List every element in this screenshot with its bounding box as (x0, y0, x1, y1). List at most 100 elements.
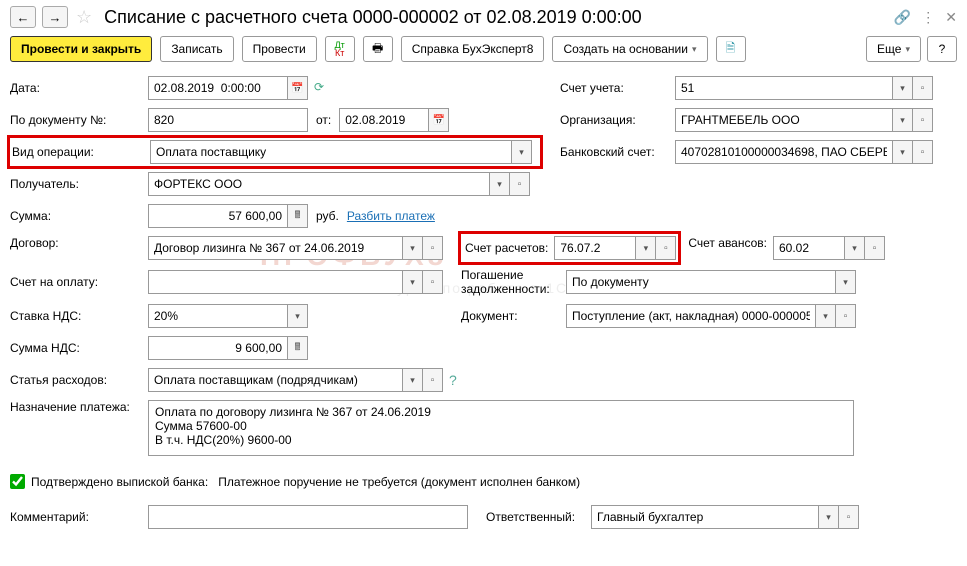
contract-dd[interactable] (403, 236, 423, 260)
post-close-button[interactable]: Провести и закрыть (10, 36, 152, 62)
date-label: Дата: (10, 81, 148, 95)
help-ref-label: Справка БухЭксперт8 (412, 42, 534, 56)
settle-acc-input[interactable] (554, 236, 636, 260)
more-label: Еще (877, 42, 901, 56)
docref-dd[interactable] (816, 304, 836, 328)
exp-item-input[interactable] (148, 368, 403, 392)
org-label: Организация: (560, 113, 675, 127)
responsible-dd[interactable] (819, 505, 839, 529)
invoice-input[interactable] (148, 270, 403, 294)
recipient-label: Получатель: (10, 177, 148, 191)
post-button[interactable]: Провести (242, 36, 317, 62)
docfrom-input[interactable] (339, 108, 429, 132)
split-payment-link[interactable]: Разбить платеж (347, 209, 435, 223)
advance-acc-label: Счет авансов: (688, 236, 767, 250)
settle-acc-dd[interactable] (636, 236, 656, 260)
vat-sum-label: Сумма НДС: (10, 341, 148, 355)
exp-item-dd[interactable] (403, 368, 423, 392)
vat-sum-calc[interactable]: 🖩 (288, 336, 308, 360)
recipient-open[interactable] (510, 172, 530, 196)
bank-acc-open[interactable] (913, 140, 933, 164)
settle-acc-label: Счет расчетов: (465, 241, 548, 255)
account-input[interactable] (675, 76, 893, 100)
debt-input[interactable] (566, 270, 836, 294)
report-button[interactable]: 🗎 (716, 36, 746, 62)
comment-label: Комментарий: (10, 510, 148, 524)
purpose-label: Назначение платежа: (10, 400, 148, 414)
bank-acc-label: Банковский счет: (560, 145, 675, 159)
docfrom-label: от: (316, 113, 331, 127)
sum-label: Сумма: (10, 209, 148, 223)
sum-input[interactable] (148, 204, 288, 228)
recipient-dd[interactable] (490, 172, 510, 196)
docnum-label: По документу №: (10, 113, 148, 127)
op-type-dd[interactable] (512, 140, 532, 164)
account-open[interactable] (913, 76, 933, 100)
rub-label: руб. (316, 209, 339, 223)
exp-item-open[interactable] (423, 368, 443, 392)
toolbar: Провести и закрыть Записать Провести ДтК… (10, 36, 957, 62)
advance-acc-dd[interactable] (845, 236, 865, 260)
exp-item-help-icon[interactable]: ? (449, 372, 457, 388)
close-icon[interactable]: ✕ (945, 9, 957, 26)
confirmed-text: Платежное поручение не требуется (докуме… (218, 475, 580, 489)
date-calendar-button[interactable] (288, 76, 308, 100)
form-body: Дата: ⟳ Счет учета: По доку (10, 76, 957, 529)
forward-button[interactable]: → (42, 6, 68, 28)
docref-open[interactable] (836, 304, 856, 328)
bank-acc-input[interactable] (675, 140, 893, 164)
page-title: Списание с расчетного счета 0000-000002 … (104, 7, 642, 28)
bank-acc-dd[interactable] (893, 140, 913, 164)
responsible-open[interactable] (839, 505, 859, 529)
favorite-icon[interactable]: ☆ (76, 7, 92, 28)
invoice-dd[interactable] (403, 270, 423, 294)
create-based-button[interactable]: Создать на основании▾ (552, 36, 707, 62)
op-type-input[interactable] (150, 140, 512, 164)
help-ref-button[interactable]: Справка БухЭксперт8 (401, 36, 545, 62)
print-button[interactable]: 🖶 (363, 36, 393, 62)
invoice-label: Счет на оплату: (10, 275, 148, 289)
account-dd[interactable] (893, 76, 913, 100)
account-label: Счет учета: (560, 81, 675, 95)
more-button[interactable]: Еще▾ (866, 36, 921, 62)
debt-label: Погашение задолженности: (461, 268, 566, 296)
back-button[interactable]: ← (10, 6, 36, 28)
settle-acc-open[interactable] (656, 236, 676, 260)
op-type-highlight: Вид операции: (7, 135, 543, 169)
invoice-open[interactable] (423, 270, 443, 294)
docref-label: Документ: (461, 309, 566, 323)
confirmed-checkbox[interactable] (10, 474, 25, 489)
exp-item-label: Статья расходов: (10, 373, 148, 387)
settle-acc-highlight: Счет расчетов: (458, 231, 681, 265)
link-icon[interactable]: 🔗 (894, 9, 911, 26)
help-button[interactable]: ? (927, 36, 957, 62)
advance-acc-input[interactable] (773, 236, 845, 260)
dtkt-button[interactable]: ДтКт (325, 36, 355, 62)
comment-input[interactable] (148, 505, 468, 529)
vat-rate-dd[interactable] (288, 304, 308, 328)
vat-rate-label: Ставка НДС: (10, 309, 148, 323)
vat-sum-input[interactable] (148, 336, 288, 360)
org-dd[interactable] (893, 108, 913, 132)
create-based-label: Создать на основании (563, 42, 688, 56)
docnum-input[interactable] (148, 108, 308, 132)
responsible-input[interactable] (591, 505, 819, 529)
contract-input[interactable] (148, 236, 403, 260)
docfrom-calendar[interactable] (429, 108, 449, 132)
op-type-label: Вид операции: (12, 145, 150, 159)
recipient-input[interactable] (148, 172, 490, 196)
refresh-icon[interactable]: ⟳ (314, 80, 330, 96)
advance-acc-open[interactable] (865, 236, 885, 260)
org-input[interactable] (675, 108, 893, 132)
date-input[interactable] (148, 76, 288, 100)
save-button[interactable]: Записать (160, 36, 233, 62)
more-icon[interactable]: ⋮ (921, 9, 935, 26)
org-open[interactable] (913, 108, 933, 132)
docref-input[interactable] (566, 304, 816, 328)
sum-calc[interactable]: 🖩 (288, 204, 308, 228)
debt-dd[interactable] (836, 270, 856, 294)
responsible-label: Ответственный: (486, 510, 591, 524)
vat-rate-input[interactable] (148, 304, 288, 328)
purpose-textarea[interactable] (148, 400, 854, 456)
contract-open[interactable] (423, 236, 443, 260)
